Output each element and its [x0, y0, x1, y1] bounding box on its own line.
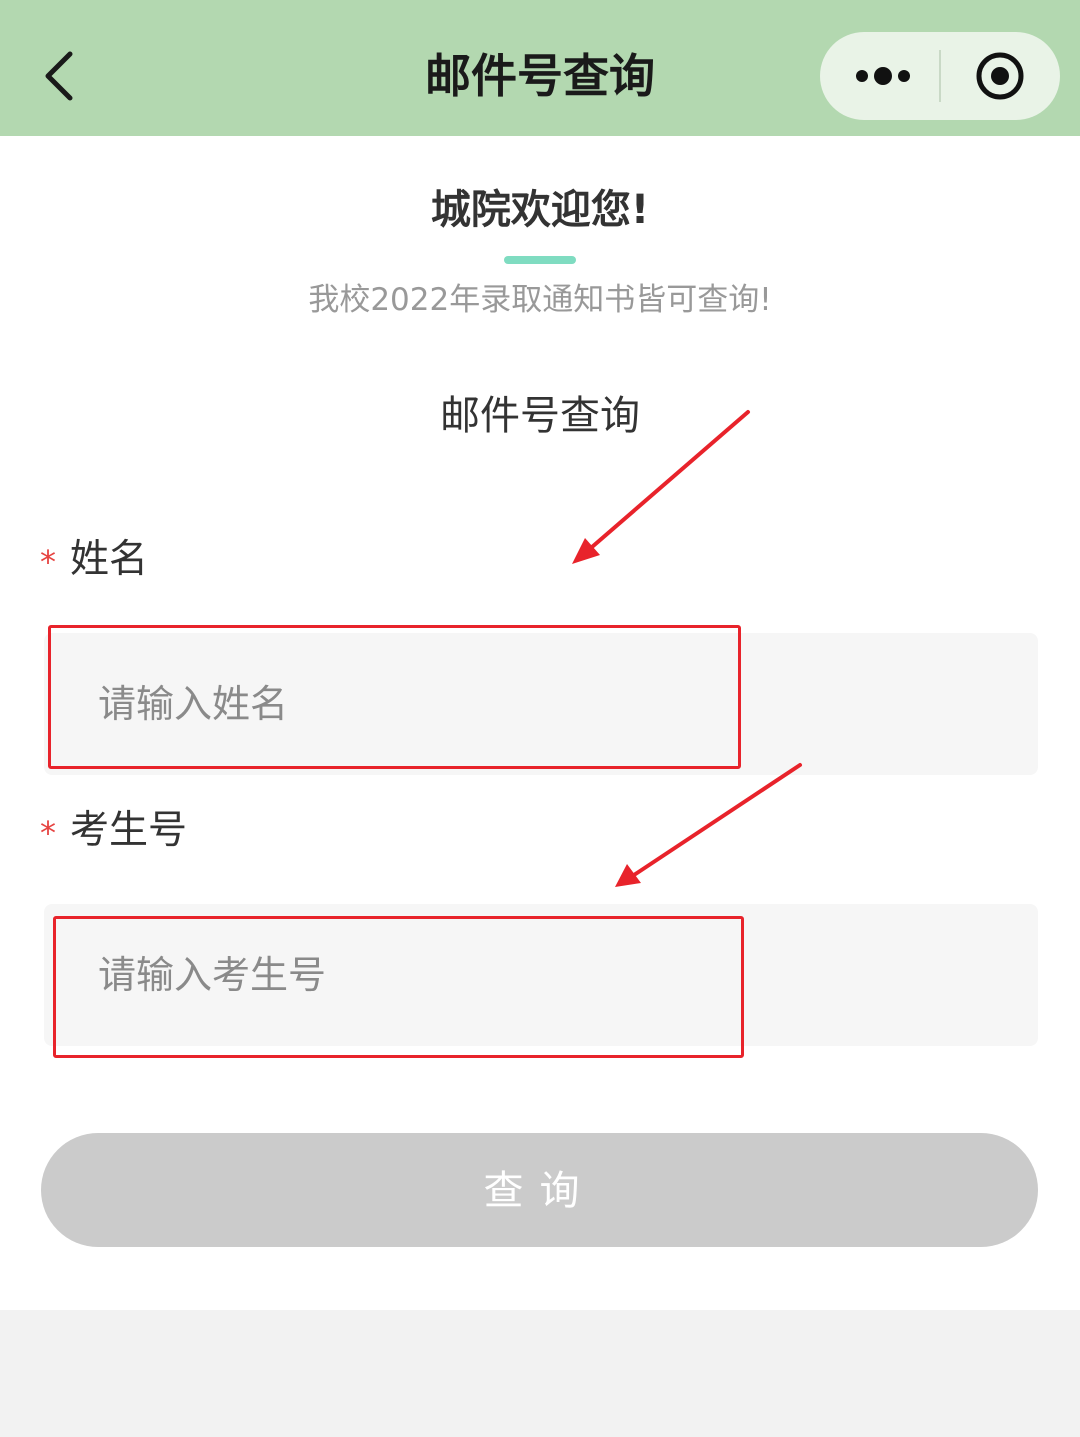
welcome-subtitle: 我校2022年录取通知书皆可查询!: [308, 282, 772, 318]
exam-number-label-text: 考生号: [70, 808, 188, 853]
mini-program-capsule: [820, 32, 1060, 120]
footer-area: [0, 1310, 1080, 1437]
chevron-left-icon: [45, 51, 73, 101]
exam-number-field-label: * 考生号: [40, 803, 187, 861]
annotation-arrow-exam-number: [615, 763, 802, 887]
required-star: *: [40, 542, 56, 581]
required-star: *: [40, 813, 56, 852]
exam-number-input-container: [44, 904, 1038, 1046]
name-label-text: 姓名: [70, 537, 149, 582]
welcome-heading: 城院欢迎您!: [430, 187, 650, 233]
navigation-bar: 邮件号查询: [0, 0, 1080, 136]
query-button[interactable]: 查询: [41, 1133, 1038, 1247]
name-input-container: [44, 633, 1038, 775]
exam-number-input[interactable]: [44, 904, 1038, 1046]
name-field-label: * 姓名: [40, 532, 148, 590]
more-button[interactable]: [820, 32, 940, 120]
back-button[interactable]: [36, 44, 96, 108]
more-dots-icon: [856, 67, 910, 85]
close-button[interactable]: [941, 32, 1060, 120]
form-title: 邮件号查询: [440, 393, 640, 439]
accent-bar: [504, 256, 576, 264]
name-input[interactable]: [44, 633, 1038, 775]
target-circle-icon: [976, 52, 1024, 100]
